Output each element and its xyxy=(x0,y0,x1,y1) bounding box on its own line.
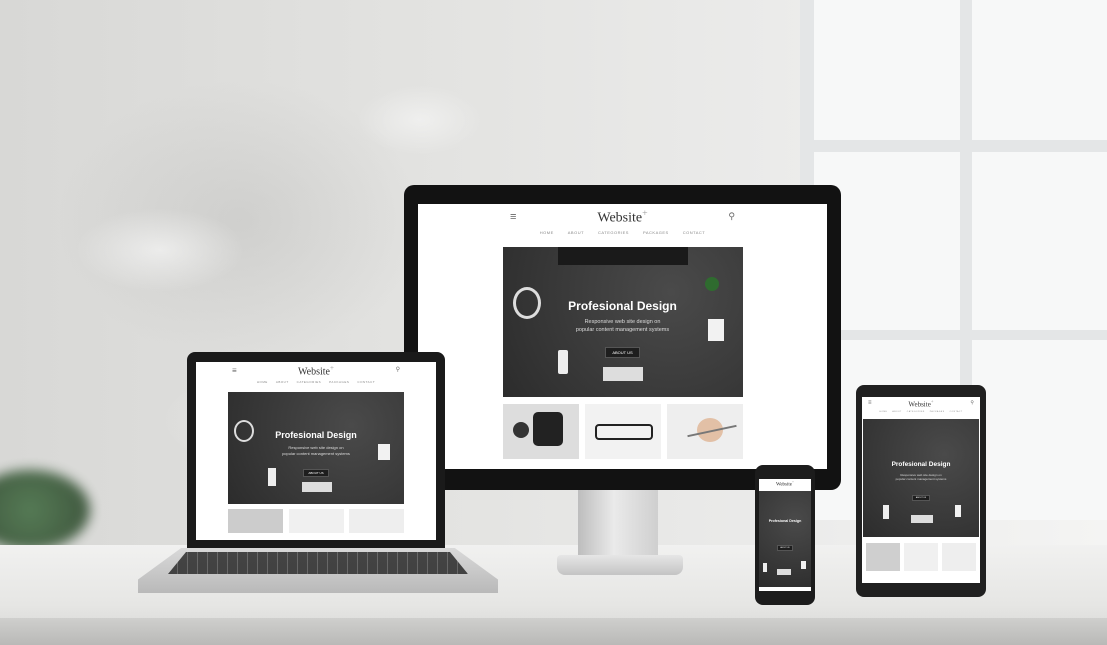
hero-title: Profesional Design xyxy=(568,299,677,313)
hero-subtitle-2: popular content management systems xyxy=(895,477,947,481)
nav-contact[interactable]: CONTACT xyxy=(950,411,963,417)
brand-mark: + xyxy=(642,207,648,219)
menu-icon[interactable]: ≡ xyxy=(232,366,237,375)
gallery-tiles xyxy=(228,509,404,533)
hero-title: Profesional Design xyxy=(891,461,951,468)
phone-on-desk xyxy=(763,563,767,572)
brand-mark: + xyxy=(330,364,334,373)
brand-mark: + xyxy=(930,399,934,405)
monitor-screen: ≡ Website+ ⚲ HOME ABOUT CATEGORIES PACKA… xyxy=(418,204,827,469)
tile-glasses[interactable] xyxy=(904,543,938,571)
about-us-button[interactable]: ABOUT US xyxy=(303,469,329,477)
hero-title: Profesional Design xyxy=(768,519,802,523)
keyboard xyxy=(777,569,791,575)
hero-banner: Profesional Design Responsive web site d… xyxy=(863,419,979,537)
laptop-keyboard xyxy=(168,552,468,574)
nav-home[interactable]: HOME xyxy=(879,411,887,417)
search-icon[interactable]: ⚲ xyxy=(970,400,974,406)
tablet-screen: ≡ Website+ ⚲ HOME ABOUT CATEGORIES PACKA… xyxy=(862,397,980,583)
keyboard xyxy=(911,515,933,523)
notebook xyxy=(801,561,806,569)
brand-logo[interactable]: Website+ xyxy=(776,480,794,488)
brand-mark: + xyxy=(792,480,794,485)
hero-banner: Profesional Design Responsive web site d… xyxy=(502,247,743,397)
brand-logo[interactable]: Website+ xyxy=(298,364,334,377)
tile-glasses[interactable] xyxy=(584,404,661,459)
brand-text: Website xyxy=(908,400,931,409)
main-nav: HOME ABOUT CATEGORIES PACKAGES CONTACT xyxy=(418,230,827,240)
nav-home[interactable]: HOME xyxy=(540,230,554,240)
tile-pen[interactable] xyxy=(349,509,404,533)
main-nav: HOME ABOUT CATEGORIES PACKAGES CONTACT xyxy=(862,411,980,417)
hero-banner: Profesional Design Responsive web site d… xyxy=(228,392,404,504)
about-us-button[interactable]: ABOUT US xyxy=(777,545,793,551)
desk-edge xyxy=(0,618,1107,645)
plant-top xyxy=(704,277,719,291)
menu-icon[interactable]: ≡ xyxy=(510,211,516,223)
brand-text: Website xyxy=(298,366,330,378)
tablet: ≡ Website+ ⚲ HOME ABOUT CATEGORIES PACKA… xyxy=(856,385,986,597)
laptop: ≡ Website+ ⚲ HOME ABOUT CATEGORIES PACKA… xyxy=(187,352,445,550)
laptop-screen: ≡ Website+ ⚲ HOME ABOUT CATEGORIES PACKA… xyxy=(196,362,436,540)
brand-logo[interactable]: Website+ xyxy=(597,208,647,227)
hero-subtitle-1: Responsive web site design on xyxy=(288,445,344,450)
brand-logo[interactable]: Website+ xyxy=(908,400,933,408)
main-nav: HOME ABOUT CATEGORIES PACKAGES CONTACT xyxy=(196,380,436,388)
phone-screen: Website+ Profesional Design ABOUT US xyxy=(759,479,811,591)
nav-about[interactable]: ABOUT xyxy=(568,230,584,240)
nav-contact[interactable]: CONTACT xyxy=(683,230,706,240)
scene: ≡ Website+ ⚲ HOME ABOUT CATEGORIES PACKA… xyxy=(0,0,1107,645)
search-icon[interactable]: ⚲ xyxy=(728,211,735,222)
tile-camera[interactable] xyxy=(228,509,283,533)
smartphone: Website+ Profesional Design ABOUT US xyxy=(755,465,815,605)
brand-text: Website xyxy=(597,210,643,226)
tile-camera[interactable] xyxy=(866,543,900,571)
hero-subtitle-2: popular content management systems xyxy=(575,327,670,333)
monitor-stand xyxy=(578,490,658,560)
hero-title: Profesional Design xyxy=(275,430,357,440)
nav-categories[interactable]: CATEGORIES xyxy=(598,230,629,240)
nav-home[interactable]: HOME xyxy=(257,380,268,388)
keyboard xyxy=(602,367,643,381)
tile-camera[interactable] xyxy=(502,404,579,459)
hero-subtitle-1: Responsive web site design on xyxy=(584,319,661,325)
about-us-button[interactable]: ABOUT US xyxy=(911,495,931,501)
gallery-tiles xyxy=(502,404,743,459)
monitor-base xyxy=(557,555,683,575)
gallery-tiles xyxy=(866,543,976,571)
nav-about[interactable]: ABOUT xyxy=(892,411,901,417)
brand-text: Website xyxy=(776,482,792,488)
nav-about[interactable]: ABOUT xyxy=(276,380,289,388)
hero-subtitle-2: popular content management systems xyxy=(282,451,350,456)
hero-banner: Profesional Design ABOUT US xyxy=(759,491,811,587)
nav-packages[interactable]: PACKAGES xyxy=(930,411,945,417)
search-icon[interactable]: ⚲ xyxy=(396,366,400,373)
tile-pen[interactable] xyxy=(666,404,743,459)
tile-glasses[interactable] xyxy=(288,509,344,533)
nav-packages[interactable]: PACKAGES xyxy=(643,230,669,240)
monitor-top xyxy=(557,247,688,265)
about-us-button[interactable]: ABOUT US xyxy=(605,347,640,358)
desktop-monitor: ≡ Website+ ⚲ HOME ABOUT CATEGORIES PACKA… xyxy=(404,185,841,490)
keyboard xyxy=(302,482,332,492)
notebook xyxy=(955,505,961,517)
nav-categories[interactable]: CATEGORIES xyxy=(907,411,925,417)
menu-icon[interactable]: ≡ xyxy=(868,400,872,406)
phone-on-desk xyxy=(883,505,889,519)
tile-pen[interactable] xyxy=(942,543,976,571)
nav-packages[interactable]: PACKAGES xyxy=(329,380,349,388)
nav-categories[interactable]: CATEGORIES xyxy=(297,380,321,388)
nav-contact[interactable]: CONTACT xyxy=(357,380,375,388)
